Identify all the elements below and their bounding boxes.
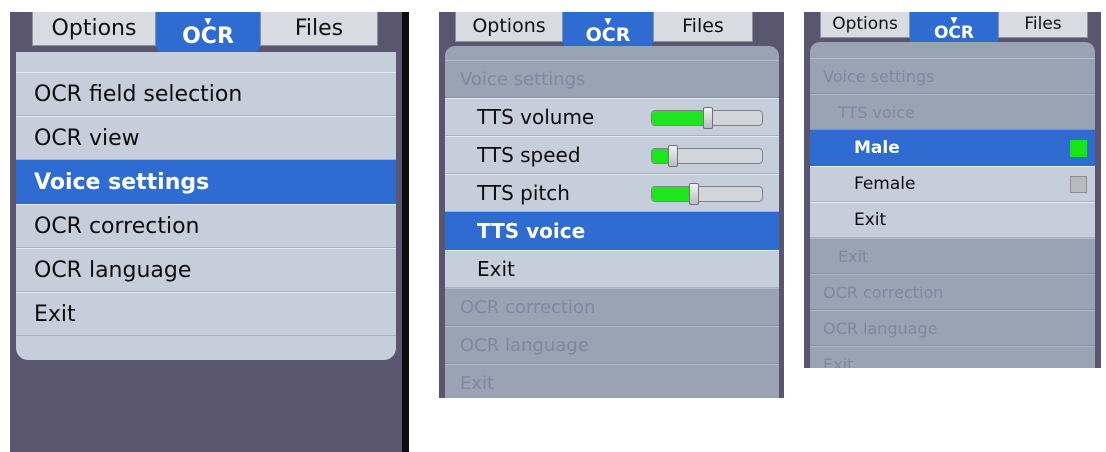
submenu-header-label: Voice settings xyxy=(460,68,586,90)
menu-item-label: Exit xyxy=(460,372,495,394)
menu-item-label: Exit xyxy=(34,301,76,327)
menu-item-exit[interactable]: Exit xyxy=(810,346,1095,368)
menu-item-ocr-correction[interactable]: OCR correction xyxy=(810,274,1095,310)
slider-fill xyxy=(652,111,707,125)
screen-voice-settings: Options ▼ OCR Files Voice settings TTS v… xyxy=(439,12,784,398)
menu-item-label: Exit xyxy=(823,354,854,369)
screen-divider xyxy=(402,12,409,452)
ocr-menu-panel: OCR field selection OCR view Voice setti… xyxy=(16,52,396,360)
tab-options[interactable]: Options xyxy=(820,12,910,38)
menu-item-ocr-view[interactable]: OCR view xyxy=(16,116,396,160)
menu-item-ocr-language[interactable]: OCR language xyxy=(445,326,779,364)
screen-tts-voice: Options ▼ OCR Files Voice settings TTS v… xyxy=(804,12,1101,368)
submenu-header-voice-settings[interactable]: Voice settings xyxy=(445,60,779,98)
tab-files-label: Files xyxy=(1024,14,1062,34)
tab-options-label: Options xyxy=(51,15,137,41)
slider-handle[interactable] xyxy=(668,145,678,167)
voice-option-label: Female xyxy=(854,174,916,194)
submenu-exit-label: Exit xyxy=(477,257,515,281)
submenu-header-label: Voice settings xyxy=(823,66,935,86)
tts-pitch-slider[interactable] xyxy=(651,183,763,205)
menu-item-ocr-language[interactable]: OCR language xyxy=(16,248,396,292)
setting-row-tts-pitch[interactable]: TTS pitch xyxy=(445,174,779,212)
tab-ocr[interactable]: ▼ OCR xyxy=(910,12,998,44)
voice-settings-exit-label: Exit xyxy=(838,246,869,266)
menu-item-exit[interactable]: Exit xyxy=(445,364,779,398)
submenu-exit[interactable]: Exit xyxy=(810,202,1095,238)
tab-options-label: Options xyxy=(472,15,546,37)
menu-item-label: OCR view xyxy=(34,125,140,151)
tab-options-label: Options xyxy=(832,14,898,34)
menu-item-ocr-language[interactable]: OCR language xyxy=(810,310,1095,346)
tts-voice-panel: Voice settings TTS voice Male Female Exi… xyxy=(810,42,1095,368)
submenu-header-tts-voice[interactable]: TTS voice xyxy=(810,94,1095,130)
tab-bar: Options ▼ OCR Files xyxy=(10,12,402,52)
setting-label: TTS pitch xyxy=(477,181,570,205)
tts-volume-slider[interactable] xyxy=(651,107,763,129)
tab-files[interactable]: Files xyxy=(260,12,378,46)
menu-item-label: Voice settings xyxy=(34,169,210,195)
submenu-header-voice-settings[interactable]: Voice settings xyxy=(810,58,1095,94)
tab-files-label: Files xyxy=(294,15,344,41)
voice-settings-panel: Voice settings TTS volume TTS speed TTS … xyxy=(445,46,779,398)
tab-ocr-label: OCR xyxy=(585,23,631,46)
tab-options[interactable]: Options xyxy=(32,12,156,46)
slider-handle[interactable] xyxy=(703,107,713,129)
setting-label: TTS speed xyxy=(477,143,581,167)
tab-ocr[interactable]: ▼ OCR xyxy=(156,12,260,52)
menu-item-label: OCR correction xyxy=(34,213,200,239)
tab-ocr[interactable]: ▼ OCR xyxy=(563,12,653,48)
menu-item-label: OCR correction xyxy=(460,296,596,318)
tab-files[interactable]: Files xyxy=(653,12,753,42)
menu-item-label: OCR field selection xyxy=(34,81,243,107)
voice-option-male[interactable]: Male xyxy=(810,130,1095,166)
submenu-header-label: TTS voice xyxy=(838,102,915,122)
voice-option-female[interactable]: Female xyxy=(810,166,1095,202)
menu-item-label: OCR language xyxy=(823,318,938,338)
male-checkbox[interactable] xyxy=(1070,140,1087,157)
menu-item-voice-settings[interactable]: Voice settings xyxy=(16,160,396,204)
submenu-exit[interactable]: Exit xyxy=(445,250,779,288)
tab-files[interactable]: Files xyxy=(998,12,1088,38)
setting-label: TTS voice xyxy=(477,219,586,243)
menu-item-label: OCR correction xyxy=(823,282,944,302)
submenu-exit-label: Exit xyxy=(854,210,887,230)
tab-ocr-label: OCR xyxy=(933,22,975,43)
slider-handle[interactable] xyxy=(689,183,699,205)
female-checkbox[interactable] xyxy=(1070,176,1087,193)
slider-fill xyxy=(652,187,693,201)
menu-item-ocr-field-selection[interactable]: OCR field selection xyxy=(16,72,396,116)
menu-item-label: OCR language xyxy=(460,334,589,356)
setting-label: TTS volume xyxy=(477,105,595,129)
screen-main-menu: Options ▼ OCR Files OCR field selection … xyxy=(10,12,402,452)
tab-files-label: Files xyxy=(682,15,724,37)
tab-ocr-label: OCR xyxy=(182,24,234,49)
menu-item-label: OCR language xyxy=(34,257,192,283)
voice-option-label: Male xyxy=(854,138,900,158)
setting-row-tts-speed[interactable]: TTS speed xyxy=(445,136,779,174)
tts-speed-slider[interactable] xyxy=(651,145,763,167)
setting-row-tts-volume[interactable]: TTS volume xyxy=(445,98,779,136)
voice-settings-exit[interactable]: Exit xyxy=(810,238,1095,274)
menu-item-ocr-correction[interactable]: OCR correction xyxy=(16,204,396,248)
menu-item-ocr-correction[interactable]: OCR correction xyxy=(445,288,779,326)
tab-options[interactable]: Options xyxy=(455,12,563,42)
setting-row-tts-voice[interactable]: TTS voice xyxy=(445,212,779,250)
menu-item-exit[interactable]: Exit xyxy=(16,292,396,336)
